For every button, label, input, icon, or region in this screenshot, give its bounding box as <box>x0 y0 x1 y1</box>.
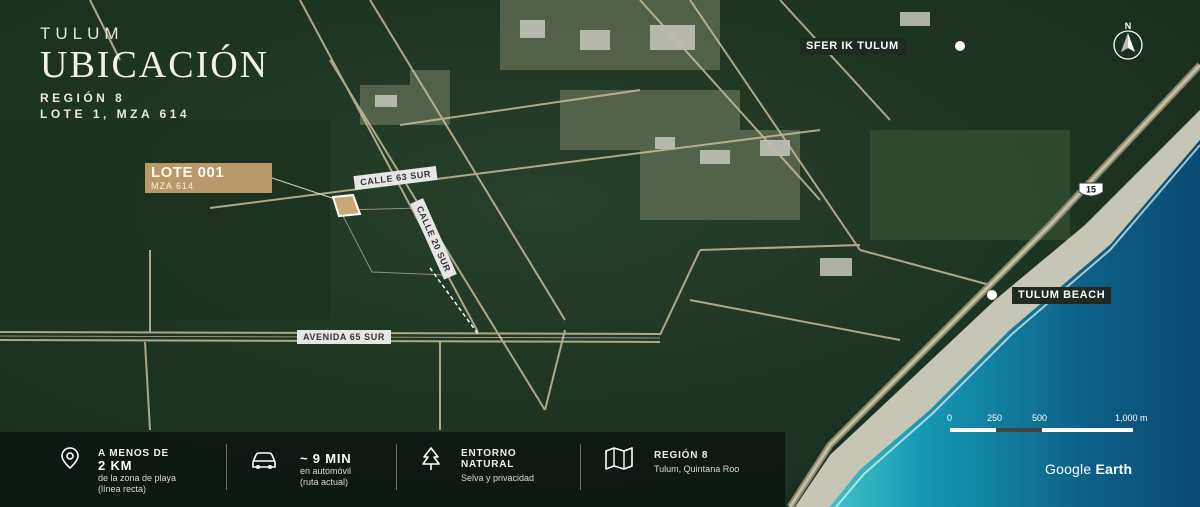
scale-segment <box>996 428 1042 432</box>
attribution-product: Earth <box>1095 461 1133 477</box>
google-earth-attribution: Google Earth <box>1045 461 1132 477</box>
feature-distance-desc: de la zona de playa <box>98 473 177 483</box>
lot-card-subtitle: MZA 614 <box>151 181 195 191</box>
poi-label-sfer-ik: SFER IK TULUM <box>800 38 905 55</box>
location-subtitle: REGIÓN 8 LOTE 1, MZA 614 <box>40 90 190 122</box>
scale-bar: 0 250 500 1,000 m <box>945 413 1175 439</box>
feature-distance-value: 2 KM <box>98 458 133 473</box>
tree-icon <box>422 447 440 470</box>
region-label: REGIÓN 8 <box>40 91 126 105</box>
dark-jungle-left <box>0 120 330 320</box>
map-view: TULUM UBICACIÓN REGIÓN 8 LOTE 1, MZA 614… <box>0 0 1200 507</box>
map-icon <box>605 447 633 470</box>
feature-region-desc: Tulum, Quintana Roo <box>654 464 740 474</box>
street-label-avenida-65: AVENIDA 65 SUR <box>297 330 391 344</box>
scale-label-500: 500 <box>1032 413 1048 423</box>
scale-label-0: 0 <box>947 413 953 423</box>
city-label: TULUM <box>40 24 124 43</box>
feature-divider <box>226 444 227 490</box>
feature-nature-desc: Selva y privacidad <box>461 473 535 483</box>
highway-shield-icon: 15 <box>1078 182 1104 197</box>
lot-label: LOTE 1, MZA 614 <box>40 107 191 121</box>
map-pin-icon <box>61 447 79 470</box>
scale-label-250: 250 <box>987 413 1003 423</box>
feature-divider <box>580 444 581 490</box>
compass-north-label: N <box>1125 21 1132 31</box>
feature-nature-heading-2: NATURAL <box>461 459 515 470</box>
feature-divider <box>396 444 397 490</box>
scale-label-1000: 1,000 m <box>1115 413 1148 423</box>
title-block: TULUM UBICACIÓN <box>40 24 269 86</box>
feature-region-heading: REGIÓN 8 <box>654 450 709 461</box>
scale-segment <box>1042 428 1133 432</box>
compass-icon: N <box>1113 21 1143 60</box>
lot-card-title: LOTE 001 <box>151 164 225 181</box>
car-icon <box>252 452 276 469</box>
feature-drive-note: (ruta actual) <box>300 477 349 487</box>
scale-segment <box>950 428 996 432</box>
lot-card: LOTE 001 MZA 614 <box>145 163 272 193</box>
poi-marker-sfer-ik <box>955 41 965 51</box>
attribution-brand: Google <box>1045 461 1092 477</box>
poi-marker-tulum-beach <box>987 290 997 300</box>
page-title: UBICACIÓN <box>40 44 270 86</box>
poi-label-tulum-beach: TULUM BEACH <box>1012 287 1112 304</box>
feature-drive-value: ~ 9 MIN <box>300 451 352 466</box>
lighter-jungle-east <box>870 130 1070 240</box>
feature-drive-desc: en automóvil <box>300 466 352 476</box>
highway-number: 15 <box>1086 185 1096 195</box>
feature-distance-note: (línea recta) <box>98 484 147 494</box>
